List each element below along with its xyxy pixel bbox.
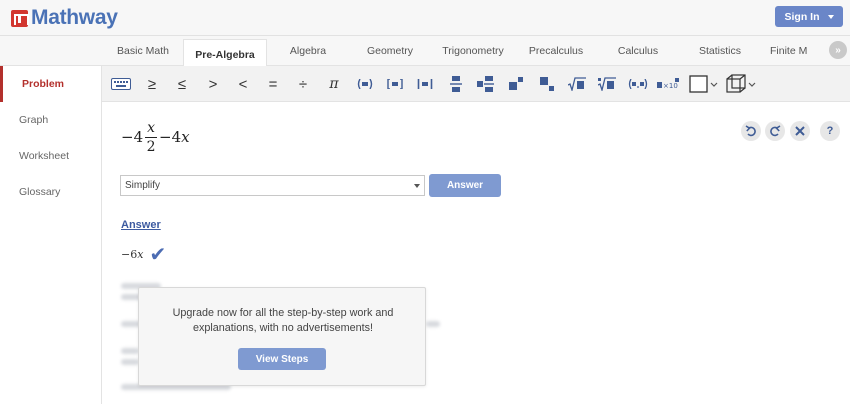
scientific-notation-icon[interactable]: ×10 — [657, 74, 679, 94]
sidebar: Problem Graph Worksheet Glossary — [0, 66, 102, 404]
sidebar-item-problem[interactable]: Problem — [0, 66, 101, 102]
redo-icon[interactable] — [765, 121, 785, 141]
divide-button[interactable]: ÷ — [292, 74, 314, 94]
fraction-icon[interactable] — [445, 74, 467, 94]
sign-in-label: Sign In — [784, 10, 820, 23]
tab-geometry[interactable]: Geometry — [355, 36, 425, 66]
answer-value: −6x — [121, 247, 144, 261]
fraction-numerator: x — [145, 119, 158, 138]
sidebar-item-graph[interactable]: Graph — [0, 102, 101, 138]
sidebar-item-glossary[interactable]: Glossary — [0, 174, 101, 210]
pi-button[interactable]: π — [323, 74, 345, 94]
equals-button[interactable]: = — [262, 74, 284, 94]
expression-fraction: x 2 — [145, 119, 158, 155]
sidebar-item-worksheet[interactable]: Worksheet — [0, 138, 101, 174]
sign-in-button[interactable]: Sign In — [775, 6, 843, 27]
subject-tabs: Basic Math Pre-Algebra Algebra Geometry … — [0, 36, 850, 70]
keyboard-icon[interactable] — [110, 74, 132, 94]
exponent-icon[interactable] — [505, 74, 527, 94]
matrix-dropdown-icon[interactable] — [689, 74, 719, 94]
chevron-down-icon — [827, 14, 834, 19]
square-root-icon[interactable] — [566, 74, 588, 94]
blurred-step-line — [121, 348, 139, 354]
cube-dropdown-icon[interactable] — [726, 74, 758, 94]
mathway-logo-icon — [11, 9, 29, 27]
undo-icon[interactable] — [741, 121, 761, 141]
greater-equal-button[interactable]: ≥ — [141, 74, 163, 94]
answer-result: −6x ✔ — [121, 244, 166, 264]
tab-precalculus[interactable]: Precalculus — [520, 36, 592, 66]
operation-select[interactable]: Simplify — [120, 175, 425, 196]
brackets-icon[interactable] — [384, 74, 406, 94]
expression-leading: −4 — [121, 128, 144, 146]
greater-than-button[interactable]: > — [202, 74, 224, 94]
mathway-logo[interactable]: Mathway — [11, 6, 118, 30]
checkmark-icon: ✔ — [149, 242, 167, 266]
top-header: Mathway Sign In — [0, 0, 850, 36]
view-steps-button[interactable]: View Steps — [238, 348, 326, 370]
chevron-down-icon — [414, 184, 420, 188]
blurred-step-line — [426, 321, 440, 327]
operation-selected: Simplify — [125, 180, 161, 191]
subscript-icon[interactable] — [536, 74, 558, 94]
upgrade-message: Upgrade now for all the step-by-step wor… — [172, 307, 394, 334]
less-than-button[interactable]: < — [232, 74, 254, 94]
blurred-step-line — [121, 359, 139, 365]
fraction-denominator: 2 — [146, 138, 156, 155]
tab-basic-math[interactable]: Basic Math — [105, 36, 181, 66]
expression-rest-variable: x — [181, 128, 190, 146]
tab-calculus[interactable]: Calculus — [606, 36, 670, 66]
nth-root-icon[interactable] — [596, 74, 618, 94]
math-toolbar: ≥ ≤ > < = ÷ π ×10 — [102, 66, 850, 102]
svg-text:×10: ×10 — [663, 82, 678, 90]
app-name: Mathway — [31, 6, 118, 29]
tab-trigonometry[interactable]: Trigonometry — [436, 36, 510, 66]
upgrade-prompt: Upgrade now for all the step-by-step wor… — [138, 287, 426, 386]
mixed-fraction-icon[interactable] — [475, 74, 497, 94]
tabs-scroll-right-button[interactable]: » — [829, 41, 847, 59]
tab-algebra[interactable]: Algebra — [275, 36, 341, 66]
ordered-pair-icon[interactable] — [627, 74, 649, 94]
answer-button[interactable]: Answer — [429, 174, 501, 197]
clear-icon[interactable] — [790, 121, 810, 141]
help-icon[interactable]: ? — [820, 121, 840, 141]
tab-statistics[interactable]: Statistics — [688, 36, 752, 66]
problem-expression[interactable]: −4 x 2 −4 x — [121, 116, 190, 158]
absolute-value-icon[interactable] — [414, 74, 436, 94]
tab-finite-math[interactable]: Finite M — [770, 36, 820, 66]
parentheses-icon[interactable] — [354, 74, 376, 94]
expression-rest-coefficient: −4 — [159, 128, 182, 146]
less-equal-button[interactable]: ≤ — [171, 74, 193, 94]
answer-heading-link[interactable]: Answer — [121, 219, 161, 231]
